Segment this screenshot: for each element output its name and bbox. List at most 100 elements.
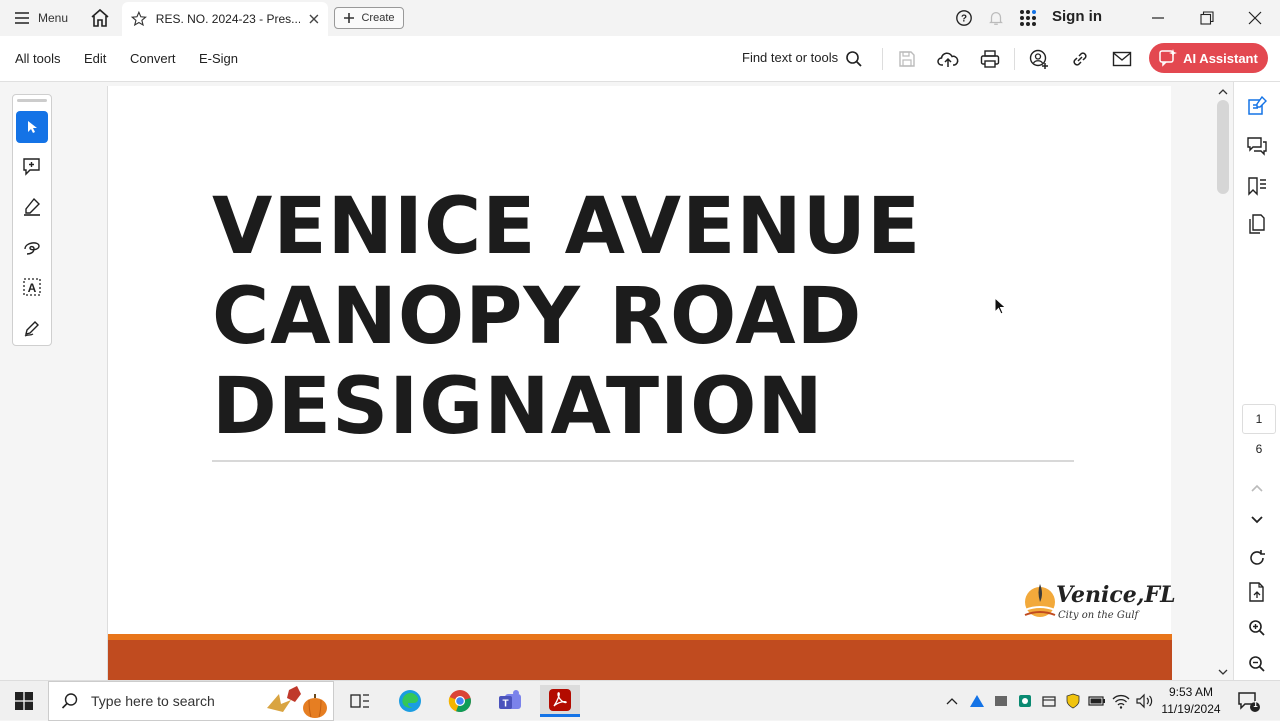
svg-text:?: ? — [961, 14, 967, 25]
rotate-button[interactable] — [1245, 546, 1269, 570]
save-button[interactable] — [895, 47, 919, 71]
sign-in-link[interactable]: Sign in — [1052, 8, 1102, 25]
pdf-page: VENICE AVENUE CANOPY ROAD DESIGNATION Ve… — [107, 86, 1176, 686]
text-box-tool[interactable]: A — [16, 271, 48, 303]
ai-assistant-button[interactable]: AI Assistant — [1149, 43, 1268, 73]
upload-button[interactable] — [936, 47, 960, 71]
speaker-icon — [1136, 693, 1153, 709]
tray-app-1[interactable] — [967, 691, 987, 711]
chevron-up-icon — [1251, 484, 1263, 492]
menu-convert[interactable]: Convert — [130, 51, 176, 66]
document-tab[interactable]: RES. NO. 2024-23 - Pres... — [122, 2, 328, 36]
title-bar: Menu RES. NO. 2024-23 - Pres... Create ?… — [0, 0, 1280, 36]
copy-link-button[interactable] — [1068, 47, 1092, 71]
tray-app-icon — [995, 696, 1007, 706]
close-tab-icon[interactable] — [308, 13, 320, 25]
print-button[interactable] — [978, 47, 1002, 71]
refresh-rotate-icon — [1250, 550, 1265, 565]
edge-browser-button[interactable] — [390, 685, 430, 717]
comment-add-icon — [23, 158, 40, 176]
security-tray-icon[interactable] — [1063, 691, 1083, 711]
divider — [882, 48, 883, 70]
email-button[interactable] — [1110, 47, 1134, 71]
envelope-icon — [1112, 51, 1132, 67]
acrobat-icon — [549, 688, 571, 711]
divider — [1014, 48, 1015, 70]
system-clock[interactable]: 9:53 AM 11/19/2024 — [1156, 684, 1226, 718]
command-bar: All tools Edit Convert E-Sign Find text … — [0, 36, 1280, 82]
home-button[interactable] — [88, 6, 112, 30]
chrome-icon — [448, 690, 471, 713]
create-button[interactable]: Create — [334, 7, 404, 29]
save-icon — [899, 51, 915, 67]
edit-document-icon — [1248, 96, 1267, 115]
notification-count: 1 — [1253, 700, 1258, 709]
scroll-down-icon[interactable] — [1217, 668, 1229, 676]
bookmarks-button[interactable] — [1245, 174, 1269, 198]
start-button[interactable] — [0, 681, 48, 721]
comments-icon — [1247, 137, 1267, 156]
menu-button[interactable]: Menu — [8, 6, 74, 30]
select-tool[interactable] — [16, 111, 48, 143]
highlight-tool[interactable] — [16, 191, 48, 223]
edit-pdf-button[interactable] — [1245, 94, 1269, 118]
search-placeholder: Type here to search — [91, 693, 215, 709]
search-button[interactable] — [842, 47, 866, 71]
right-side-rail: 1 6 — [1233, 82, 1280, 680]
volume-tray-icon[interactable] — [1135, 691, 1155, 711]
apps-button[interactable] — [1016, 6, 1040, 30]
menu-e-sign[interactable]: E-Sign — [199, 51, 238, 66]
tray-app-icon — [1042, 696, 1056, 707]
sign-tool[interactable] — [16, 311, 48, 343]
close-window-button[interactable] — [1241, 6, 1269, 30]
pages-button[interactable] — [1245, 212, 1269, 236]
show-hidden-icons-button[interactable] — [942, 691, 962, 711]
chrome-browser-button[interactable] — [440, 685, 480, 717]
share-user-button[interactable] — [1027, 47, 1051, 71]
share-user-icon — [1029, 49, 1048, 69]
draw-tool[interactable] — [16, 231, 48, 263]
create-label: Create — [361, 12, 395, 24]
add-comment-tool[interactable] — [16, 151, 48, 183]
vertical-scrollbar[interactable] — [1214, 86, 1232, 680]
windows-taskbar: Type here to search T 9:53 AM 11/19/2024… — [0, 680, 1280, 721]
hamburger-icon — [15, 12, 29, 24]
tray-app-2[interactable] — [991, 691, 1011, 711]
next-page-button[interactable] — [1245, 508, 1269, 532]
wifi-tray-icon[interactable] — [1111, 691, 1131, 711]
action-center-button[interactable]: 1 — [1236, 689, 1260, 713]
clock-time: 9:53 AM — [1168, 685, 1214, 699]
menu-edit[interactable]: Edit — [84, 51, 106, 66]
restore-button[interactable] — [1193, 6, 1221, 30]
acrobat-taskbar-button[interactable] — [540, 685, 580, 717]
find-text-or-tools[interactable]: Find text or tools — [742, 50, 838, 65]
teams-button[interactable]: T — [490, 685, 530, 717]
edge-icon — [399, 690, 421, 712]
previous-page-button[interactable] — [1245, 476, 1269, 500]
help-button[interactable]: ? — [952, 6, 976, 30]
title-line: VENICE AVENUE — [212, 182, 922, 272]
zoom-in-button[interactable] — [1245, 616, 1269, 640]
tray-app-icon — [970, 695, 984, 707]
battery-tray-icon[interactable] — [1087, 691, 1107, 711]
tray-app-4[interactable] — [1039, 691, 1059, 711]
current-page-input[interactable]: 1 — [1242, 404, 1276, 434]
zoom-out-button[interactable] — [1245, 652, 1269, 676]
comments-button[interactable] — [1245, 134, 1269, 158]
windows-logo-icon — [15, 692, 33, 710]
page-tools-button[interactable] — [1245, 580, 1269, 604]
task-view-button[interactable] — [340, 685, 380, 717]
scroll-thumb[interactable] — [1217, 100, 1229, 194]
panel-grip[interactable] — [17, 99, 47, 102]
tab-title: RES. NO. 2024-23 - Pres... — [155, 12, 301, 26]
notifications-button[interactable] — [984, 6, 1008, 30]
menu-all-tools[interactable]: All tools — [15, 51, 61, 66]
svg-text:T: T — [502, 699, 508, 710]
minimize-button[interactable] — [1144, 6, 1172, 30]
star-icon[interactable] — [130, 10, 148, 28]
printer-icon — [980, 50, 1000, 68]
scroll-up-icon[interactable] — [1217, 88, 1229, 96]
title-line: DESIGNATION — [212, 362, 824, 452]
taskbar-search-box[interactable]: Type here to search — [48, 681, 334, 721]
tray-app-3[interactable] — [1015, 691, 1035, 711]
